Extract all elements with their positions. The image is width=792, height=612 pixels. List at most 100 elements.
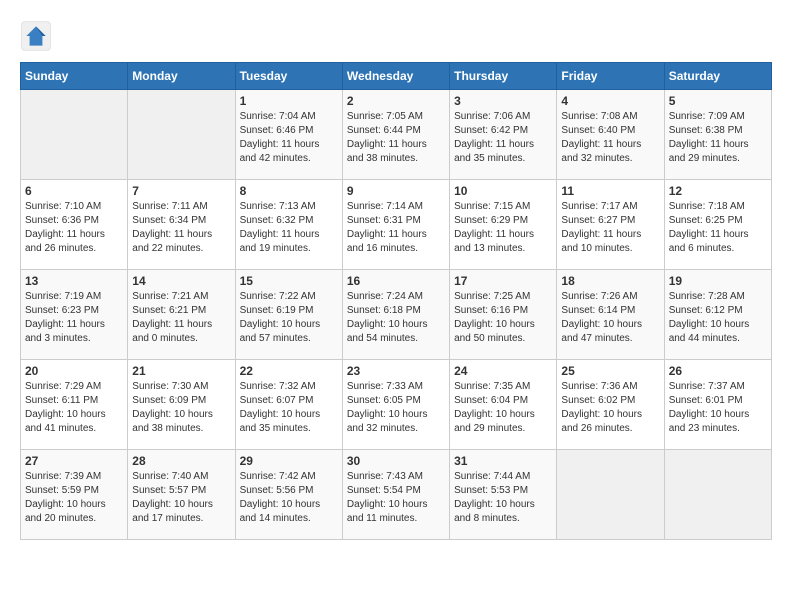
calendar-cell: 27 Sunrise: 7:39 AM Sunset: 5:59 PM Dayli… (21, 450, 128, 540)
weekday-header-friday: Friday (557, 63, 664, 90)
day-info: Sunrise: 7:21 AM Sunset: 6:21 PM Dayligh… (132, 290, 230, 346)
day-info: Sunrise: 7:43 AM Sunset: 5:54 PM Dayligh… (347, 470, 445, 526)
calendar-cell: 21 Sunrise: 7:30 AM Sunset: 6:09 PM Dayli… (128, 360, 235, 450)
week-row-1: 1Sunrise: 7:04 AM Sunset: 6:46 PM Daylig… (21, 90, 772, 180)
day-number: 13 (25, 274, 123, 288)
calendar-cell (557, 450, 664, 540)
day-number: 21 (132, 364, 230, 378)
calendar-header: SundayMondayTuesdayWednesdayThursdayFrid… (21, 63, 772, 90)
calendar-cell: 12 Sunrise: 7:18 AM Sunset: 6:25 PM Dayli… (664, 180, 771, 270)
calendar-cell: 26 Sunrise: 7:37 AM Sunset: 6:01 PM Dayli… (664, 360, 771, 450)
day-number: 15 (240, 274, 338, 288)
calendar-cell: 7 Sunrise: 7:11 AM Sunset: 6:34 PM Daylig… (128, 180, 235, 270)
day-number: 5 (669, 94, 767, 108)
calendar-cell: 16 Sunrise: 7:24 AM Sunset: 6:18 PM Dayli… (342, 270, 449, 360)
day-info: Sunrise: 7:36 AM Sunset: 6:02 PM Dayligh… (561, 380, 659, 436)
day-info: Sunrise: 7:24 AM Sunset: 6:18 PM Dayligh… (347, 290, 445, 346)
day-number: 12 (669, 184, 767, 198)
calendar-cell: 11 Sunrise: 7:17 AM Sunset: 6:27 PM Dayli… (557, 180, 664, 270)
day-info: Sunrise: 7:19 AM Sunset: 6:23 PM Dayligh… (25, 290, 123, 346)
calendar-cell: 23 Sunrise: 7:33 AM Sunset: 6:05 PM Dayli… (342, 360, 449, 450)
calendar-cell: 6Sunrise: 7:10 AM Sunset: 6:36 PM Daylig… (21, 180, 128, 270)
day-info: Sunrise: 7:30 AM Sunset: 6:09 PM Dayligh… (132, 380, 230, 436)
day-info: Sunrise: 7:17 AM Sunset: 6:27 PM Dayligh… (561, 200, 659, 256)
calendar-cell (21, 90, 128, 180)
day-number: 7 (132, 184, 230, 198)
calendar-cell: 17Sunrise: 7:25 AM Sunset: 6:16 PM Dayli… (450, 270, 557, 360)
day-info: Sunrise: 7:15 AM Sunset: 6:29 PM Dayligh… (454, 200, 552, 256)
day-info: Sunrise: 7:06 AM Sunset: 6:42 PM Dayligh… (454, 110, 552, 166)
day-number: 30 (347, 454, 445, 468)
day-info: Sunrise: 7:04 AM Sunset: 6:46 PM Dayligh… (240, 110, 338, 166)
calendar-cell: 4 Sunrise: 7:08 AM Sunset: 6:40 PM Daylig… (557, 90, 664, 180)
day-number: 16 (347, 274, 445, 288)
calendar-cell: 9 Sunrise: 7:14 AM Sunset: 6:31 PM Daylig… (342, 180, 449, 270)
calendar-cell: 15Sunrise: 7:22 AM Sunset: 6:19 PM Dayli… (235, 270, 342, 360)
day-number: 20 (25, 364, 123, 378)
calendar-cell: 1Sunrise: 7:04 AM Sunset: 6:46 PM Daylig… (235, 90, 342, 180)
day-info: Sunrise: 7:09 AM Sunset: 6:38 PM Dayligh… (669, 110, 767, 166)
logo (20, 20, 56, 52)
day-info: Sunrise: 7:08 AM Sunset: 6:40 PM Dayligh… (561, 110, 659, 166)
calendar-cell: 18 Sunrise: 7:26 AM Sunset: 6:14 PM Dayli… (557, 270, 664, 360)
day-number: 23 (347, 364, 445, 378)
week-row-2: 6Sunrise: 7:10 AM Sunset: 6:36 PM Daylig… (21, 180, 772, 270)
calendar-cell: 8Sunrise: 7:13 AM Sunset: 6:32 PM Daylig… (235, 180, 342, 270)
calendar-cell: 31 Sunrise: 7:44 AM Sunset: 5:53 PM Dayli… (450, 450, 557, 540)
day-number: 19 (669, 274, 767, 288)
week-row-3: 13 Sunrise: 7:19 AM Sunset: 6:23 PM Dayli… (21, 270, 772, 360)
page-header (20, 20, 772, 52)
calendar-cell: 2Sunrise: 7:05 AM Sunset: 6:44 PM Daylig… (342, 90, 449, 180)
calendar-body: 1Sunrise: 7:04 AM Sunset: 6:46 PM Daylig… (21, 90, 772, 540)
weekday-header-monday: Monday (128, 63, 235, 90)
weekday-header-thursday: Thursday (450, 63, 557, 90)
day-info: Sunrise: 7:42 AM Sunset: 5:56 PM Dayligh… (240, 470, 338, 526)
day-number: 22 (240, 364, 338, 378)
day-number: 18 (561, 274, 659, 288)
day-info: Sunrise: 7:35 AM Sunset: 6:04 PM Dayligh… (454, 380, 552, 436)
calendar-cell: 20 Sunrise: 7:29 AM Sunset: 6:11 PM Dayli… (21, 360, 128, 450)
calendar-cell: 28 Sunrise: 7:40 AM Sunset: 5:57 PM Dayli… (128, 450, 235, 540)
weekday-header-saturday: Saturday (664, 63, 771, 90)
calendar-cell: 19 Sunrise: 7:28 AM Sunset: 6:12 PM Dayli… (664, 270, 771, 360)
day-info: Sunrise: 7:39 AM Sunset: 5:59 PM Dayligh… (25, 470, 123, 526)
day-number: 11 (561, 184, 659, 198)
calendar-cell (128, 90, 235, 180)
day-info: Sunrise: 7:40 AM Sunset: 5:57 PM Dayligh… (132, 470, 230, 526)
calendar-cell: 10Sunrise: 7:15 AM Sunset: 6:29 PM Dayli… (450, 180, 557, 270)
day-info: Sunrise: 7:44 AM Sunset: 5:53 PM Dayligh… (454, 470, 552, 526)
week-row-5: 27 Sunrise: 7:39 AM Sunset: 5:59 PM Dayli… (21, 450, 772, 540)
day-number: 26 (669, 364, 767, 378)
day-number: 17 (454, 274, 552, 288)
day-number: 9 (347, 184, 445, 198)
calendar-table: SundayMondayTuesdayWednesdayThursdayFrid… (20, 62, 772, 540)
day-info: Sunrise: 7:33 AM Sunset: 6:05 PM Dayligh… (347, 380, 445, 436)
weekday-row: SundayMondayTuesdayWednesdayThursdayFrid… (21, 63, 772, 90)
calendar-cell (664, 450, 771, 540)
calendar-cell: 14Sunrise: 7:21 AM Sunset: 6:21 PM Dayli… (128, 270, 235, 360)
calendar-cell: 13 Sunrise: 7:19 AM Sunset: 6:23 PM Dayli… (21, 270, 128, 360)
day-info: Sunrise: 7:10 AM Sunset: 6:36 PM Dayligh… (25, 200, 123, 256)
day-number: 28 (132, 454, 230, 468)
day-number: 24 (454, 364, 552, 378)
calendar-cell: 24 Sunrise: 7:35 AM Sunset: 6:04 PM Dayli… (450, 360, 557, 450)
day-info: Sunrise: 7:18 AM Sunset: 6:25 PM Dayligh… (669, 200, 767, 256)
day-number: 4 (561, 94, 659, 108)
calendar-cell: 3 Sunrise: 7:06 AM Sunset: 6:42 PM Daylig… (450, 90, 557, 180)
day-info: Sunrise: 7:13 AM Sunset: 6:32 PM Dayligh… (240, 200, 338, 256)
day-info: Sunrise: 7:37 AM Sunset: 6:01 PM Dayligh… (669, 380, 767, 436)
week-row-4: 20 Sunrise: 7:29 AM Sunset: 6:11 PM Dayli… (21, 360, 772, 450)
day-number: 31 (454, 454, 552, 468)
day-info: Sunrise: 7:29 AM Sunset: 6:11 PM Dayligh… (25, 380, 123, 436)
day-info: Sunrise: 7:11 AM Sunset: 6:34 PM Dayligh… (132, 200, 230, 256)
calendar-cell: 30 Sunrise: 7:43 AM Sunset: 5:54 PM Dayli… (342, 450, 449, 540)
day-info: Sunrise: 7:14 AM Sunset: 6:31 PM Dayligh… (347, 200, 445, 256)
day-info: Sunrise: 7:05 AM Sunset: 6:44 PM Dayligh… (347, 110, 445, 166)
day-info: Sunrise: 7:32 AM Sunset: 6:07 PM Dayligh… (240, 380, 338, 436)
day-number: 27 (25, 454, 123, 468)
calendar-cell: 22 Sunrise: 7:32 AM Sunset: 6:07 PM Dayli… (235, 360, 342, 450)
day-info: Sunrise: 7:28 AM Sunset: 6:12 PM Dayligh… (669, 290, 767, 346)
day-info: Sunrise: 7:26 AM Sunset: 6:14 PM Dayligh… (561, 290, 659, 346)
day-number: 3 (454, 94, 552, 108)
calendar-cell: 5 Sunrise: 7:09 AM Sunset: 6:38 PM Daylig… (664, 90, 771, 180)
